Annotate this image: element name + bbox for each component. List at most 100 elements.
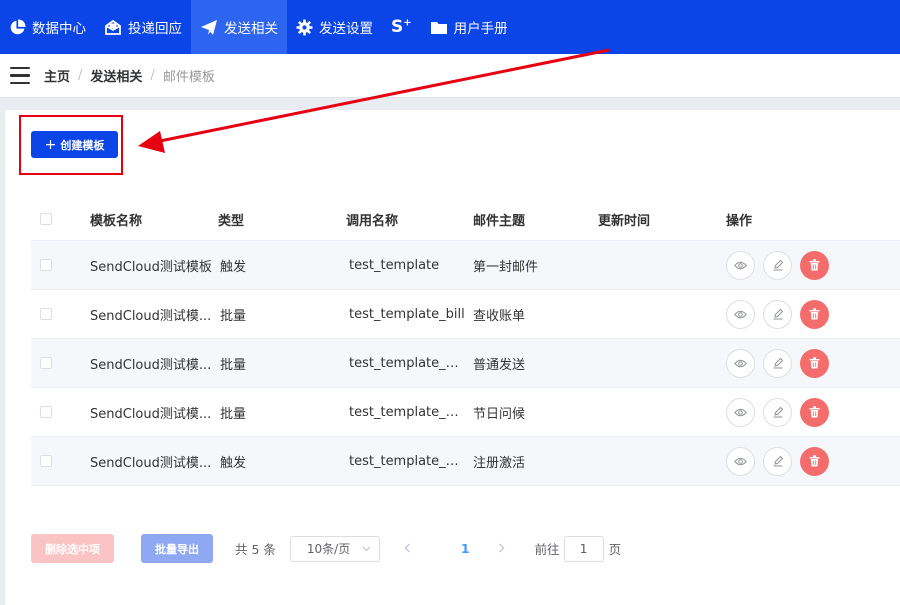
cell-type: 触发: [220, 259, 247, 275]
eye-icon: [734, 408, 747, 416]
edit-button[interactable]: [763, 446, 792, 476]
cell-call-name: test_template_gr...: [349, 404, 471, 420]
table-row: SendCloud测试模板 触发 test_template 第一封邮件: [31, 241, 900, 290]
edit-button[interactable]: [763, 397, 792, 427]
cell-subject: 注册激活: [473, 455, 526, 471]
eye-icon: [734, 310, 747, 318]
delete-button[interactable]: [800, 397, 829, 427]
plus-icon: +: [44, 136, 57, 153]
nav-sendcloud-plus[interactable]: S+: [382, 0, 421, 54]
trash-icon: [809, 406, 820, 418]
create-template-button[interactable]: + 创建模板: [31, 131, 118, 158]
row-checkbox[interactable]: [40, 259, 52, 271]
edit-button[interactable]: [763, 348, 792, 378]
total-count: 共 5 条: [235, 542, 276, 557]
trash-icon: [809, 259, 820, 271]
row-actions: [726, 348, 829, 378]
delete-button[interactable]: [800, 348, 829, 378]
delete-button[interactable]: [800, 446, 829, 476]
envelope-open-icon: [105, 19, 121, 35]
delete-selected-button[interactable]: 删除选中项: [31, 534, 114, 563]
batch-export-button[interactable]: 批量导出: [141, 534, 213, 563]
top-navigation: 数据中心 投递回应 发送相关 发送设置 S+ 用户手册: [0, 0, 900, 54]
cell-subject: 第一封邮件: [473, 259, 539, 275]
cell-call-name: test_template_se...: [349, 355, 473, 371]
cell-subject: 查收账单: [473, 308, 526, 324]
cell-type: 批量: [220, 406, 247, 422]
nav-send-settings[interactable]: 发送设置: [287, 0, 382, 54]
nav-sending[interactable]: 发送相关: [191, 0, 287, 54]
pie-chart-icon: [10, 19, 26, 34]
cell-call-name: test_template_bill: [349, 306, 465, 322]
nav-user-manual[interactable]: 用户手册: [421, 0, 517, 54]
goto-label: 前往: [534, 542, 560, 557]
pagination-bar: 删除选中项 批量导出 共 5 条 10条/页 1 前往 1 页: [31, 534, 621, 563]
row-checkbox[interactable]: [40, 357, 52, 369]
nav-label: 用户手册: [453, 21, 508, 37]
page-size-select[interactable]: 10条/页: [289, 535, 380, 562]
view-button[interactable]: [726, 446, 755, 476]
nav-label: 发送相关: [224, 21, 278, 37]
row-checkbox[interactable]: [40, 308, 52, 320]
row-actions: [726, 250, 829, 280]
view-button[interactable]: [726, 299, 755, 329]
trash-icon: [809, 357, 820, 369]
delete-button[interactable]: [800, 299, 829, 329]
row-checkbox[interactable]: [40, 406, 52, 418]
next-page-button[interactable]: [498, 541, 505, 557]
edit-icon: [773, 406, 783, 418]
nav-label: 发送设置: [319, 21, 373, 37]
view-button[interactable]: [726, 250, 755, 280]
table-row: SendCloud测试模... 批量 test_template_se... 普…: [31, 339, 900, 388]
folder-icon: [430, 21, 447, 34]
eye-icon: [734, 457, 747, 465]
trash-icon: [809, 455, 820, 467]
nav-delivery-response[interactable]: 投递回应: [95, 0, 191, 54]
cell-type: 触发: [220, 455, 247, 471]
cell-call-name: test_template_ac...: [349, 453, 473, 469]
nav-data-center[interactable]: 数据中心: [0, 0, 95, 54]
cell-template-name: SendCloud测试模板: [90, 259, 212, 275]
breadcrumb-sending[interactable]: 发送相关: [90, 66, 142, 85]
goto-page-input[interactable]: 1: [563, 535, 604, 562]
cell-call-name: test_template: [349, 257, 440, 273]
edit-icon: [773, 455, 783, 467]
cell-type: 批量: [220, 308, 247, 324]
cell-subject: 普通发送: [473, 357, 526, 373]
cell-template-name: SendCloud测试模...: [90, 357, 212, 373]
select-all-checkbox[interactable]: [40, 213, 52, 225]
edit-icon: [773, 357, 783, 369]
cell-template-name: SendCloud测试模...: [90, 308, 212, 324]
sendcloud-plus-icon: S+: [391, 17, 412, 37]
row-actions: [726, 397, 829, 427]
chevron-left-icon: [404, 543, 410, 552]
page-number-current[interactable]: 1: [461, 541, 470, 556]
hamburger-menu-icon[interactable]: [10, 66, 30, 85]
edit-button[interactable]: [763, 299, 792, 329]
header-type: 类型: [218, 213, 245, 229]
goto-page-unit: 页: [608, 542, 622, 557]
chevron-right-icon: [498, 543, 505, 552]
breadcrumb-home[interactable]: 主页: [44, 66, 70, 85]
breadcrumb-separator: /: [78, 68, 83, 83]
template-table: 模板名称 类型 调用名称 邮件主题 更新时间 操作 SendCloud测试模板 …: [31, 198, 900, 486]
breadcrumb-current: 邮件模板: [162, 70, 215, 85]
table-header: 模板名称 类型 调用名称 邮件主题 更新时间 操作: [31, 198, 900, 241]
header-subject: 邮件主题: [473, 213, 526, 229]
header-template-name: 模板名称: [90, 213, 143, 229]
edit-icon: [773, 308, 783, 320]
trash-icon: [809, 308, 820, 320]
edit-button[interactable]: [763, 250, 792, 280]
header-call-name: 调用名称: [346, 213, 399, 229]
view-button[interactable]: [726, 397, 755, 427]
view-button[interactable]: [726, 348, 755, 378]
prev-page-button[interactable]: [404, 541, 411, 557]
edit-icon: [773, 259, 783, 271]
cell-template-name: SendCloud测试模...: [90, 406, 212, 422]
create-template-label: 创建模板: [60, 138, 105, 152]
row-checkbox[interactable]: [40, 455, 52, 467]
cell-template-name: SendCloud测试模...: [90, 455, 212, 471]
paper-plane-icon: [201, 19, 217, 35]
delete-button[interactable]: [800, 250, 829, 280]
breadcrumb-separator: /: [150, 68, 155, 83]
